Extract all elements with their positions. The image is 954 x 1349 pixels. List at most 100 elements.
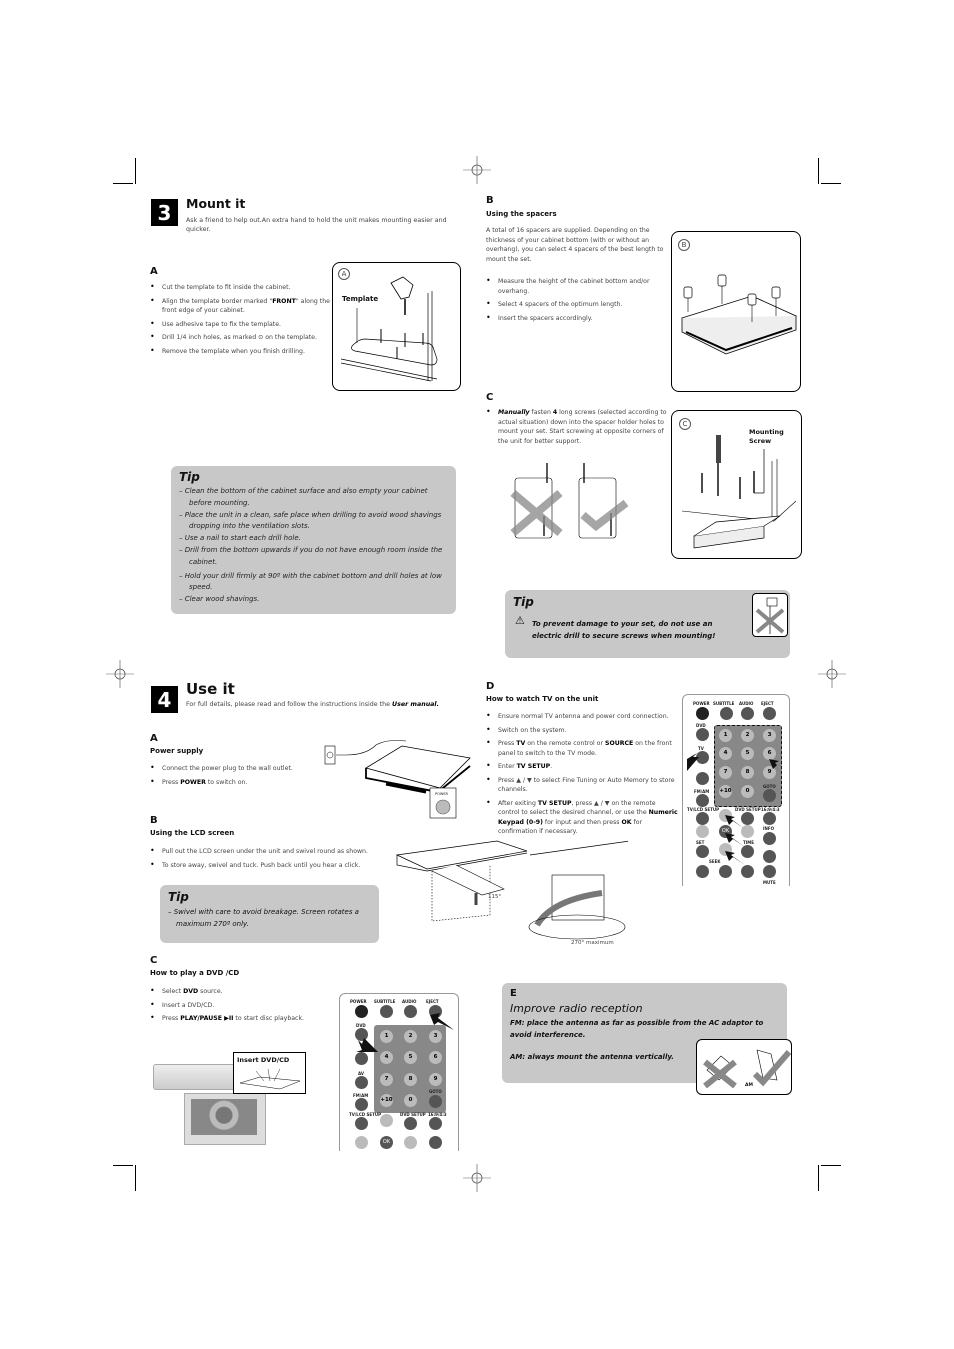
- tip-line: – Hold your drill firmly at 90º with the…: [179, 571, 442, 592]
- crop-mark: [818, 158, 819, 184]
- tip-line: – Clear wood shavings.: [179, 595, 260, 604]
- drill-template-illustration: [340, 276, 438, 382]
- no-drill-figure: [752, 593, 788, 637]
- lcd-pull-out-illustration: [395, 840, 628, 940]
- remote-control-illustration: POWER SUBTITLE AUDIO EJECT DVD TV FM/AM …: [682, 694, 790, 886]
- crop-mark: [135, 1165, 136, 1191]
- bullet-item: Align the template border marked "FRONT"…: [150, 296, 330, 316]
- bullet-item: Insert the spacers accordingly.: [486, 313, 662, 324]
- step-number: 4: [151, 686, 178, 713]
- figure-template: A Template: [332, 262, 461, 391]
- crop-mark: [818, 1165, 819, 1191]
- step-title: Mount it: [186, 196, 246, 211]
- tip-line: – Clean the bottom of the cabinet surfac…: [179, 487, 428, 507]
- bullet-list: Connect the power plug to the wall outle…: [150, 763, 330, 791]
- step-number: 3: [151, 199, 178, 226]
- section-letter: A: [150, 266, 158, 277]
- bullet-list: Pull out the LCD screen under the unit a…: [150, 846, 390, 874]
- disc-insert-icon: [239, 1068, 301, 1090]
- bullet-list: Select DVD source. Insert a DVD/CD. Pres…: [150, 986, 335, 1028]
- bullet-item: Pull out the LCD screen under the unit a…: [150, 846, 390, 857]
- tip-line: – Place the unit in a clean, safe place …: [179, 510, 442, 531]
- tip-title: Tip: [168, 890, 189, 904]
- section-heading: Improve radio reception: [510, 1002, 643, 1015]
- section-paragraph: A total of 16 spacers are supplied. Depe…: [486, 227, 664, 263]
- step-intro: Ask a friend to help out.An extra hand t…: [186, 217, 447, 233]
- registration-mark-icon: [463, 156, 491, 184]
- bullet-item: To store away, swivel and tuck. Push bac…: [150, 860, 390, 871]
- bullet-item: Drill 1/4 inch holes, as marked ⊙ on the…: [150, 332, 330, 343]
- bullet-item: Select 4 spacers of the optimum length.: [486, 299, 662, 310]
- section-letter: A: [150, 733, 158, 744]
- section-letter: B: [150, 815, 158, 826]
- bullet-item: After exiting TV SETUP, press ▲ / ▼ on t…: [486, 798, 678, 837]
- crop-mark: [821, 1165, 841, 1166]
- dvd-unit-photo: [153, 1064, 243, 1090]
- section-heading: How to watch TV on the unit: [486, 695, 599, 703]
- angle-270-label: 270° maximum: [571, 940, 614, 946]
- power-label: POWER: [435, 792, 448, 796]
- bullet-list: Cut the template to fit inside the cabin…: [150, 282, 330, 360]
- pointer-arrow-icon: [356, 1013, 454, 1052]
- bullet-item: Press TV on the remote control or SOURCE…: [486, 738, 678, 758]
- mounting-screw-illustration: [681, 435, 797, 549]
- figure-spacers: B: [671, 231, 801, 392]
- bullet-item: Press POWER to switch on.: [150, 777, 330, 788]
- remote-control-illustration: POWER SUBTITLE AUDIO EJECT DVD AV FM/AM …: [339, 993, 459, 1151]
- bullet-list: Measure the height of the cabinet bottom…: [486, 276, 662, 327]
- bullet-list: Manually fasten 4 long screws (selected …: [486, 407, 670, 450]
- tip-box: Tip – Swivel with care to avoid breakage…: [160, 885, 379, 943]
- lcd-screen-photo: [184, 1093, 266, 1145]
- am-instruction: AM: always mount the antenna vertically.: [510, 1053, 674, 1061]
- bullet-item: Press ▲ / ▼ to select Fine Tuning or Aut…: [486, 775, 678, 795]
- spacers-illustration: [680, 274, 798, 355]
- bullet-item: Ensure normal TV antenna and power cord …: [486, 711, 678, 722]
- section-heading: Using the spacers: [486, 210, 557, 218]
- section-heading: Using the LCD screen: [150, 829, 235, 837]
- section-heading: Power supply: [150, 747, 204, 755]
- step-intro: For full details, please read and follow…: [186, 701, 439, 708]
- am-antenna-illustration: [703, 1049, 791, 1089]
- bullet-item: Insert a DVD/CD.: [150, 1000, 335, 1011]
- bullet-item: Use adhesive tape to fix the template.: [150, 319, 330, 330]
- screw-order-illustration: [510, 463, 629, 539]
- power-connection-illustration: [324, 740, 471, 819]
- crop-mark: [113, 1165, 133, 1166]
- figure-mounting-screw: C Mounting Screw: [671, 410, 802, 559]
- figure-caption: AM: [745, 1083, 753, 1088]
- no-drill-icon: [755, 597, 785, 634]
- tip-title: Tip: [513, 595, 534, 609]
- warning-icon: ⚠: [515, 614, 525, 627]
- crop-mark: [113, 183, 133, 184]
- registration-mark-icon: [818, 660, 846, 688]
- tip-box: Tip – Clean the bottom of the cabinet su…: [171, 466, 456, 614]
- bullet-item: Connect the power plug to the wall outle…: [150, 763, 330, 774]
- section-letter: D: [486, 681, 495, 692]
- tip-box: Tip ⚠ To prevent damage to your set, do …: [505, 590, 790, 658]
- tip-text: To prevent damage to your set, do not us…: [532, 620, 716, 640]
- section-letter: C: [486, 392, 494, 403]
- crop-mark: [135, 158, 136, 184]
- sunflower-image: [191, 1099, 257, 1135]
- tip-line: – Use a nail to start each drill hole.: [179, 534, 301, 543]
- pointer-arrow-icon: [687, 753, 787, 865]
- insert-disc-callout: Insert DVD/CD: [233, 1052, 306, 1094]
- tip-text: – Swivel with care to avoid breakage. Sc…: [168, 908, 359, 928]
- section-letter: C: [150, 955, 158, 966]
- angle-115-label: 115°: [488, 894, 502, 900]
- bullet-item: Manually fasten 4 long screws (selected …: [486, 407, 670, 446]
- tip-title: Tip: [179, 470, 200, 484]
- am-antenna-figure: AM: [696, 1039, 792, 1095]
- bullet-item: Cut the template to fit inside the cabin…: [150, 282, 330, 293]
- fm-instruction: FM: place the antenna as far as possible…: [510, 1019, 764, 1039]
- bullet-item: Remove the template when you finish dril…: [150, 346, 330, 357]
- section-heading: How to play a DVD /CD: [150, 969, 240, 977]
- bullet-item: Enter TV SETUP.: [486, 761, 678, 772]
- registration-mark-icon: [463, 1164, 491, 1192]
- registration-mark-icon: [106, 660, 134, 688]
- crop-mark: [821, 183, 841, 184]
- bullet-item: Select DVD source.: [150, 986, 335, 997]
- bullet-list: Ensure normal TV antenna and power cord …: [486, 711, 678, 841]
- section-letter: B: [486, 195, 494, 206]
- tip-line: – Drill from the bottom upwards if you d…: [179, 545, 443, 566]
